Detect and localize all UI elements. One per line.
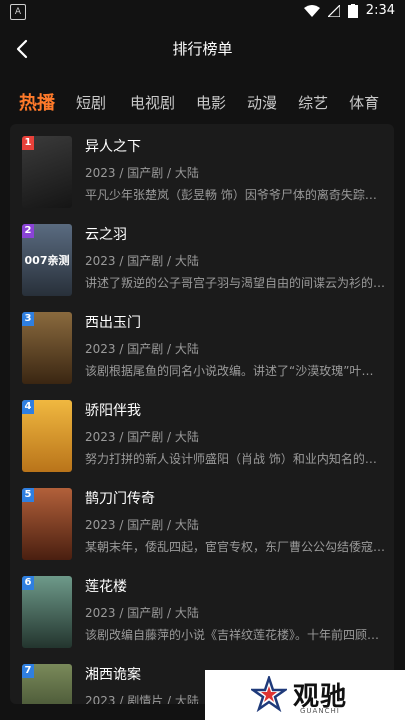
item-meta: 2023 / 国产剧 / 大陆 xyxy=(85,430,199,444)
poster-image: 2 007亲测 xyxy=(22,224,72,296)
status-bar: A 2:34 xyxy=(0,0,405,24)
item-title: 莲花楼 xyxy=(85,579,127,595)
star-logo-icon xyxy=(251,676,287,712)
item-meta: 2023 / 国产剧 / 大陆 xyxy=(85,606,199,620)
poster-image: 7 xyxy=(22,664,72,704)
item-title: 云之羽 xyxy=(85,227,127,243)
item-description: 讲述了叛逆的公子哥宫子羽与渴望自由的间谍云为衫的… xyxy=(85,276,385,290)
item-meta: 2023 / 国产剧 / 大陆 xyxy=(85,254,199,268)
item-meta: 2023 / 剧情片 / 大陆 xyxy=(85,694,199,704)
item-title: 骄阳伴我 xyxy=(85,403,141,419)
list-item[interactable]: 2 007亲测 云之羽 2023 / 国产剧 / 大陆 讲述了叛逆的公子哥宫子羽… xyxy=(10,212,394,300)
page-title: 排行榜单 xyxy=(172,40,233,58)
item-description: 平凡少年张楚岚（彭昱畅 饰）因爷爷尸体的离奇失踪… xyxy=(85,188,377,202)
item-title: 西出玉门 xyxy=(85,315,141,331)
poster-image: 4 xyxy=(22,400,72,472)
tab-hot[interactable]: 热播 xyxy=(19,89,55,115)
item-description: 某朝末年，倭乱四起，宦官专权，东厂曹公公勾结倭寇… xyxy=(85,540,385,554)
header: 排行榜单 xyxy=(0,24,405,76)
poster-image: 5 xyxy=(22,488,72,560)
tab-anime[interactable]: 动漫 xyxy=(247,92,277,113)
watermark-subtext: GUANCHI xyxy=(300,707,340,715)
tab-variety[interactable]: 综艺 xyxy=(298,92,328,113)
poster-image: 1 xyxy=(22,136,72,208)
tab-tv-series[interactable]: 电视剧 xyxy=(130,92,175,113)
item-description: 该剧根据尾鱼的同名小说改编。讲述了“沙漠玫瑰”叶流… xyxy=(85,364,385,378)
item-description: 该剧改编自藤萍的小说《吉祥纹莲花楼》。十年前四顾… xyxy=(85,628,380,642)
poster-image: 3 xyxy=(22,312,72,384)
item-meta: 2023 / 国产剧 / 大陆 xyxy=(85,166,199,180)
rank-badge: 4 xyxy=(22,400,34,414)
item-description: 努力打拼的新人设计师盛阳（肖战 饰）和业内知名的… xyxy=(85,452,377,466)
list-item[interactable]: 3 西出玉门 2023 / 国产剧 / 大陆 该剧根据尾鱼的同名小说改编。讲述了… xyxy=(10,300,394,388)
item-meta: 2023 / 国产剧 / 大陆 xyxy=(85,342,199,356)
status-icons: 2:34 xyxy=(303,3,395,18)
rank-badge: 5 xyxy=(22,488,34,502)
rank-badge: 6 xyxy=(22,576,34,590)
item-title: 异人之下 xyxy=(85,139,141,155)
rank-badge: 1 xyxy=(22,136,34,150)
item-title: 湘西诡案 xyxy=(85,667,141,683)
rank-badge: 3 xyxy=(22,312,34,326)
ranking-list: 1 异人之下 2023 / 国产剧 / 大陆 平凡少年张楚岚（彭昱畅 饰）因爷爷… xyxy=(10,124,394,704)
poster-image: 6 xyxy=(22,576,72,648)
signal-icon xyxy=(327,4,340,17)
tab-short-drama[interactable]: 短剧 xyxy=(76,92,106,113)
tab-movie[interactable]: 电影 xyxy=(196,92,226,113)
wifi-icon xyxy=(303,4,320,17)
battery-icon xyxy=(347,3,358,18)
item-title: 鹊刀门传奇 xyxy=(85,491,155,507)
item-meta: 2023 / 国产剧 / 大陆 xyxy=(85,518,199,532)
rank-badge: 7 xyxy=(22,664,34,678)
watermark-logo: 观驰 GUANCHI xyxy=(205,670,405,720)
category-tabs: 热播 短剧 电视剧 电影 动漫 综艺 体育 xyxy=(0,84,405,120)
poster-caption: 007亲测 xyxy=(24,254,70,267)
status-time: 2:34 xyxy=(365,3,395,18)
rank-badge: 2 xyxy=(22,224,34,238)
list-item[interactable]: 4 骄阳伴我 2023 / 国产剧 / 大陆 努力打拼的新人设计师盛阳（肖战 饰… xyxy=(10,388,394,476)
list-item[interactable]: 5 鹊刀门传奇 2023 / 国产剧 / 大陆 某朝末年，倭乱四起，宦官专权，东… xyxy=(10,476,394,564)
list-item[interactable]: 6 莲花楼 2023 / 国产剧 / 大陆 该剧改编自藤萍的小说《吉祥纹莲花楼》… xyxy=(10,564,394,652)
tab-sports[interactable]: 体育 xyxy=(349,92,379,113)
list-item[interactable]: 1 异人之下 2023 / 国产剧 / 大陆 平凡少年张楚岚（彭昱畅 饰）因爷爷… xyxy=(10,124,394,212)
page: A 2:34 排行榜单 热播 短剧 电视剧 电影 动漫 综艺 体育 1 异人之下… xyxy=(0,0,405,720)
notification-badge: A xyxy=(10,4,26,20)
